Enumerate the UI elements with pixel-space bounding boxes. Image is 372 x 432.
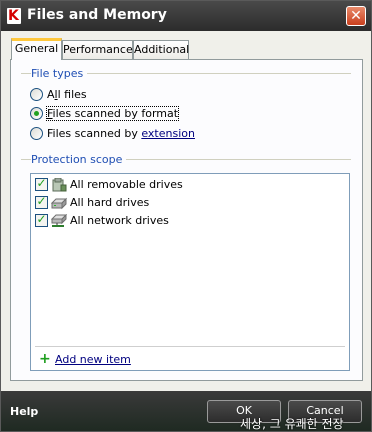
- radio-button[interactable]: [30, 107, 43, 120]
- file-types-group-label: File types: [31, 67, 88, 80]
- radio-files-by-extension-label: Files scanned by extension: [47, 127, 195, 140]
- extension-link[interactable]: extension: [141, 127, 195, 140]
- watermark-text: 세상, 그 유쾌한 전장: [240, 417, 344, 431]
- close-button[interactable]: ✕: [346, 6, 366, 26]
- protection-scope-group-label: Protection scope: [31, 153, 127, 166]
- plus-icon: +: [39, 351, 51, 367]
- hard-drives-label: All hard drives: [70, 196, 150, 209]
- window-title: Files and Memory: [27, 7, 167, 23]
- network-drive-icon: [51, 214, 67, 227]
- files-and-memory-dialog: K Files and Memory ✕ General Performance…: [0, 0, 372, 432]
- removable-drives-label: All removable drives: [70, 178, 183, 191]
- radio-button[interactable]: [30, 88, 43, 101]
- tab-performance[interactable]: Performance: [62, 40, 133, 59]
- network-drives-label: All network drives: [70, 214, 169, 227]
- checkbox-removable-drives[interactable]: ✓: [35, 176, 48, 191]
- kaspersky-app-icon: K: [7, 8, 21, 24]
- removable-drive-icon: [52, 178, 67, 192]
- hard-drive-icon: [51, 197, 67, 210]
- add-new-item-link[interactable]: Add new item: [55, 353, 131, 366]
- close-icon: ✕: [350, 8, 362, 24]
- radio-selected-dot: [34, 111, 39, 116]
- radio-files-by-format-label: Files scanned by format: [45, 106, 180, 121]
- list-separator: [35, 346, 345, 347]
- radio-button[interactable]: [30, 127, 43, 140]
- radio-all-files-label: All files: [47, 88, 87, 101]
- protection-scope-list[interactable]: ✓ All removable drives ✓ All hard drives…: [30, 173, 350, 371]
- checkbox-network-drives[interactable]: ✓: [35, 212, 48, 227]
- tab-additional[interactable]: Additional: [133, 40, 189, 59]
- help-link[interactable]: Help: [10, 405, 38, 418]
- title-bar[interactable]: K Files and Memory ✕: [1, 1, 371, 31]
- tab-general[interactable]: General: [11, 38, 62, 60]
- checkbox-hard-drives[interactable]: ✓: [35, 194, 48, 209]
